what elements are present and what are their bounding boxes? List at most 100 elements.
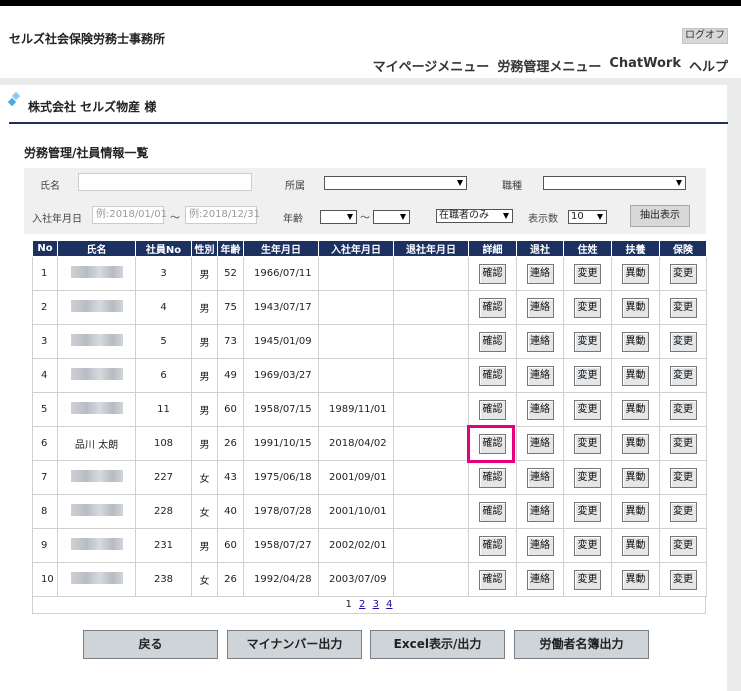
- age-to-select[interactable]: [373, 210, 410, 224]
- insurance-change-button[interactable]: 変更: [669, 433, 697, 454]
- extract-button[interactable]: 抽出表示: [630, 205, 690, 227]
- address-change-button[interactable]: 変更: [574, 331, 601, 352]
- hire-date: 2003/07/09: [318, 562, 394, 597]
- detail-button[interactable]: 確認: [479, 535, 506, 556]
- address-change-button[interactable]: 変更: [574, 399, 601, 420]
- retire-contact-button[interactable]: 連絡: [526, 297, 554, 318]
- dependent-change-button[interactable]: 異動: [622, 501, 649, 522]
- detail-button[interactable]: 確認: [479, 569, 506, 590]
- action-cell: 確認: [468, 528, 517, 563]
- nav-chatwork[interactable]: ChatWork: [609, 56, 681, 75]
- insurance-change-button[interactable]: 変更: [669, 569, 697, 590]
- address-change-button[interactable]: 変更: [574, 467, 601, 488]
- insurance-change-button[interactable]: 変更: [669, 365, 697, 386]
- detail-button[interactable]: 確認: [479, 297, 506, 318]
- action-cell: 異動: [611, 358, 660, 393]
- insurance-change-button[interactable]: 変更: [669, 501, 697, 522]
- retire-contact-button[interactable]: 連絡: [526, 467, 554, 488]
- action-cell: 変更: [563, 494, 612, 529]
- back-button[interactable]: 戻る: [83, 630, 218, 659]
- address-change-button[interactable]: 変更: [574, 569, 601, 590]
- page-link-3[interactable]: 3: [373, 599, 379, 610]
- nav-help[interactable]: ヘルプ: [689, 56, 728, 75]
- table-row: 7 227 女 43 1975/06/18 2001/09/01 確認 連絡 変更 異動 変更: [32, 460, 707, 495]
- table-row: 9 231 男 60 1958/07/27 2002/02/01 確認 連絡 変更 異動 変更: [32, 528, 707, 563]
- insurance-change-button[interactable]: 変更: [669, 331, 697, 352]
- employee-table: No 氏名 社員No 性別 年齢 生年月日 入社年月日 退社年月日 詳細 退社 住姓 扶養 保険 13男…: [32, 240, 707, 597]
- insurance-change-button[interactable]: 変更: [669, 297, 697, 318]
- sex: 女: [191, 460, 218, 495]
- insurance-change-button[interactable]: 変更: [669, 467, 697, 488]
- age: 40: [217, 494, 244, 529]
- mynumber-export-button[interactable]: マイナンバー出力: [227, 630, 362, 659]
- count-select[interactable]: 10: [568, 210, 607, 224]
- birth-date: 1945/01/09: [243, 324, 319, 359]
- sex: 男: [191, 256, 218, 291]
- address-change-button[interactable]: 変更: [574, 501, 601, 522]
- retire-contact-button[interactable]: 連絡: [526, 569, 554, 590]
- action-cell: 異動: [611, 460, 660, 495]
- redacted-name: [70, 572, 123, 584]
- chevron-down-icon: [676, 180, 682, 186]
- detail-button[interactable]: 確認: [479, 399, 506, 420]
- employee-no: 11: [135, 392, 192, 427]
- action-cell: 連絡: [516, 562, 564, 597]
- action-cell: 変更: [659, 256, 707, 291]
- detail-button[interactable]: 確認: [479, 331, 506, 352]
- retire-contact-button[interactable]: 連絡: [526, 535, 554, 556]
- status-select[interactable]: 在職者のみ: [436, 209, 513, 223]
- address-change-button[interactable]: 変更: [574, 365, 601, 386]
- dependent-change-button[interactable]: 異動: [622, 467, 649, 488]
- detail-button[interactable]: 確認: [479, 365, 506, 386]
- detail-button[interactable]: 確認: [479, 263, 506, 284]
- retire-contact-button[interactable]: 連絡: [526, 433, 554, 454]
- hire-to-input[interactable]: 例:2018/12/31: [185, 206, 260, 224]
- retire-date: [393, 528, 469, 563]
- dependent-change-button[interactable]: 異動: [622, 433, 649, 454]
- retire-date: [393, 494, 469, 529]
- insurance-change-button[interactable]: 変更: [669, 263, 697, 284]
- retire-contact-button[interactable]: 連絡: [526, 365, 554, 386]
- dependent-change-button[interactable]: 異動: [622, 263, 649, 284]
- employee-no: 5: [135, 324, 192, 359]
- global-nav: マイページメニュー 労務管理メニュー ChatWork ヘルプ: [373, 56, 728, 75]
- retire-contact-button[interactable]: 連絡: [526, 399, 554, 420]
- detail-button[interactable]: 確認: [479, 501, 506, 522]
- page-link-4[interactable]: 4: [386, 599, 392, 610]
- hire-date: [318, 324, 394, 359]
- address-change-button[interactable]: 変更: [574, 535, 601, 556]
- age-from-select[interactable]: [320, 210, 357, 224]
- status-select-value: 在職者のみ: [439, 210, 489, 221]
- address-change-button[interactable]: 変更: [574, 297, 601, 318]
- address-change-button[interactable]: 変更: [574, 433, 601, 454]
- dependent-change-button[interactable]: 異動: [622, 331, 649, 352]
- detail-button[interactable]: 確認: [479, 467, 506, 488]
- action-cell: 変更: [563, 290, 612, 325]
- nav-mypage-menu[interactable]: マイページメニュー: [373, 56, 490, 75]
- worker-roster-button[interactable]: 労働者名簿出力: [514, 630, 649, 659]
- dependent-change-button[interactable]: 異動: [622, 399, 649, 420]
- insurance-change-button[interactable]: 変更: [669, 535, 697, 556]
- dependent-change-button[interactable]: 異動: [622, 297, 649, 318]
- excel-export-button[interactable]: Excel表示/出力: [370, 630, 505, 659]
- dependent-change-button[interactable]: 異動: [622, 365, 649, 386]
- dependent-change-button[interactable]: 異動: [622, 569, 649, 590]
- name-input[interactable]: [78, 173, 252, 191]
- page-link-2[interactable]: 2: [359, 599, 365, 610]
- retire-contact-button[interactable]: 連絡: [526, 501, 554, 522]
- dependent-change-button[interactable]: 異動: [622, 535, 649, 556]
- logout-button[interactable]: ログオフ: [682, 28, 728, 44]
- retire-contact-button[interactable]: 連絡: [526, 331, 554, 352]
- chevron-down-icon: [503, 213, 509, 219]
- dept-select[interactable]: [324, 176, 467, 190]
- job-select[interactable]: [543, 176, 686, 190]
- range-separator: ～: [170, 213, 180, 224]
- retire-date: [393, 392, 469, 427]
- birth-date: 1943/07/17: [243, 290, 319, 325]
- hire-from-input[interactable]: 例:2018/01/01: [92, 206, 167, 224]
- address-change-button[interactable]: 変更: [574, 263, 601, 284]
- employee-no: 228: [135, 494, 192, 529]
- insurance-change-button[interactable]: 変更: [669, 399, 697, 420]
- nav-labor-menu[interactable]: 労務管理メニュー: [497, 56, 601, 75]
- retire-contact-button[interactable]: 連絡: [526, 263, 554, 284]
